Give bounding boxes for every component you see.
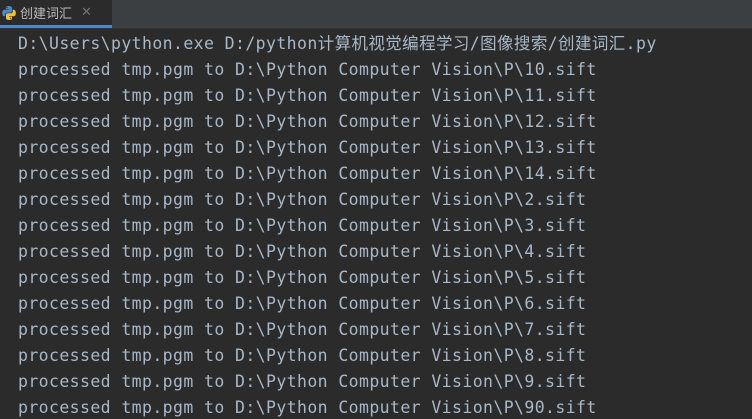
close-icon[interactable]: ✕	[81, 6, 92, 19]
output-line: processed tmp.pgm to D:\Python Computer …	[18, 294, 587, 313]
output-line: processed tmp.pgm to D:\Python Computer …	[18, 346, 587, 365]
output-line: processed tmp.pgm to D:\Python Computer …	[18, 398, 597, 417]
output-line: processed tmp.pgm to D:\Python Computer …	[18, 60, 597, 79]
output-line: processed tmp.pgm to D:\Python Computer …	[18, 268, 587, 287]
output-line: processed tmp.pgm to D:\Python Computer …	[18, 86, 597, 105]
output-line: processed tmp.pgm to D:\Python Computer …	[18, 112, 597, 131]
output-line: processed tmp.pgm to D:\Python Computer …	[18, 138, 597, 157]
console-output[interactable]: D:\Users\python.exe D:/python计算机视觉编程学习/图…	[0, 29, 752, 419]
tab-create-vocabulary[interactable]: 创建词汇 ✕	[0, 0, 112, 28]
output-line: processed tmp.pgm to D:\Python Computer …	[18, 320, 587, 339]
output-line: processed tmp.pgm to D:\Python Computer …	[18, 242, 587, 261]
tab-bar: 创建词汇 ✕	[0, 0, 752, 29]
output-line: processed tmp.pgm to D:\Python Computer …	[18, 372, 587, 391]
tab-label: 创建词汇	[20, 7, 73, 22]
output-line: processed tmp.pgm to D:\Python Computer …	[18, 164, 597, 183]
output-line: processed tmp.pgm to D:\Python Computer …	[18, 190, 587, 209]
command-line: D:\Users\python.exe D:/python计算机视觉编程学习/图…	[18, 34, 657, 53]
python-file-icon	[1, 5, 17, 21]
output-line: processed tmp.pgm to D:\Python Computer …	[18, 216, 587, 235]
